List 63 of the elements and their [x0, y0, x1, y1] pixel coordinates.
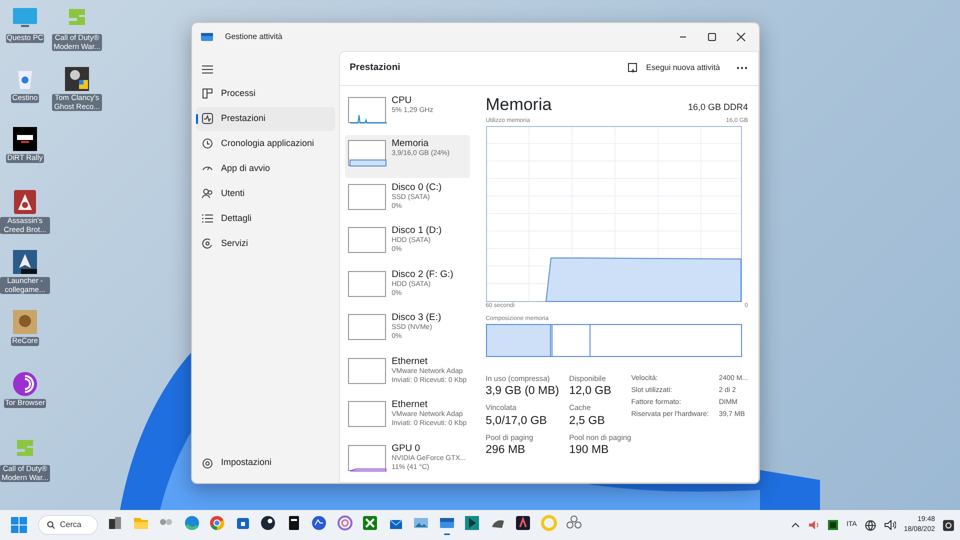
graph-thumbnail	[348, 358, 386, 384]
nav-item[interactable]: Prestazioni	[196, 106, 335, 130]
grid-icon	[202, 88, 213, 99]
notification-icon[interactable]	[943, 520, 954, 530]
stat-value: 3,9 GB (0 MB)	[486, 384, 560, 400]
graph-thumbnail	[348, 270, 386, 296]
graph-thumbnail	[348, 184, 386, 210]
graph-thumbnail	[348, 314, 386, 340]
stat-value: 296 MB	[486, 442, 526, 458]
graph-thumbnail	[348, 401, 386, 427]
stat-value: 190 MB	[569, 442, 610, 458]
device-name: Ethernet	[392, 356, 428, 366]
graph-thumbnail	[348, 444, 386, 470]
graph-thumbnail	[348, 140, 386, 166]
maximize-icon[interactable]	[706, 32, 716, 42]
more-icon[interactable]	[736, 66, 748, 70]
nav-item[interactable]: Processi	[196, 82, 335, 106]
device-name: Disco 0 (C:)	[392, 182, 442, 192]
device-name: Disco 2 (F: G:)	[392, 268, 454, 280]
chip-icon[interactable]	[828, 520, 838, 530]
globe-icon[interactable]	[864, 520, 876, 530]
nav-item[interactable]: Utenti	[196, 182, 335, 206]
game-cover-icon[interactable]	[11, 248, 39, 276]
app-logo-icon	[201, 32, 213, 42]
stat-value: 5,0/17,0 GB	[486, 414, 548, 428]
window-title: Gestione attività	[225, 30, 282, 43]
new-task-icon	[628, 63, 638, 73]
search-field[interactable]: Cerca	[38, 515, 98, 535]
list-icon	[202, 213, 213, 224]
settings-icon	[202, 458, 213, 468]
game-cover-icon[interactable]	[11, 125, 39, 153]
device-name: GPU 0	[392, 442, 422, 454]
nav-item[interactable]: Dettagli	[196, 206, 335, 230]
nav-item[interactable]: App di avvio	[196, 156, 335, 180]
nav-item[interactable]: Servizi	[196, 232, 335, 256]
search-icon	[47, 521, 55, 529]
clock-icon	[202, 138, 213, 149]
device-name: CPU	[392, 94, 413, 106]
page-title: Prestazioni	[350, 60, 400, 75]
speaker-icon[interactable]	[884, 520, 896, 530]
graph-thumbnail	[348, 96, 386, 122]
device-name: Disco 3 (E:)	[392, 312, 442, 323]
device-name: Disco 1 (D:)	[392, 225, 442, 236]
detail-title: Memoria	[486, 94, 552, 116]
close-icon[interactable]	[736, 32, 746, 42]
users-icon	[202, 188, 213, 199]
menu-icon[interactable]	[202, 64, 213, 74]
app-logo-icon[interactable]	[438, 515, 454, 535]
run-task-button[interactable]: Esegui nuova attività	[628, 62, 720, 74]
stat-value: 2,5 GB	[569, 414, 606, 428]
nav-item[interactable]: Cronologia applicazioni	[196, 132, 335, 156]
start-icon[interactable]	[10, 516, 28, 534]
onion-logo-icon[interactable]	[11, 370, 39, 398]
cog-icon	[202, 238, 213, 249]
settings-item[interactable]: Impostazioni	[196, 451, 335, 475]
graph-thumbnail	[348, 227, 386, 253]
detail-subtitle: 16,0 GB DDR4	[688, 100, 748, 114]
chevron-up-icon[interactable]	[791, 522, 800, 528]
chart-icon	[202, 113, 213, 124]
device-name: Memoria	[392, 138, 430, 149]
stat-value: 12,0 GB	[569, 384, 612, 400]
game-cover-icon[interactable]	[63, 65, 91, 93]
device-name: Ethernet	[392, 399, 428, 410]
